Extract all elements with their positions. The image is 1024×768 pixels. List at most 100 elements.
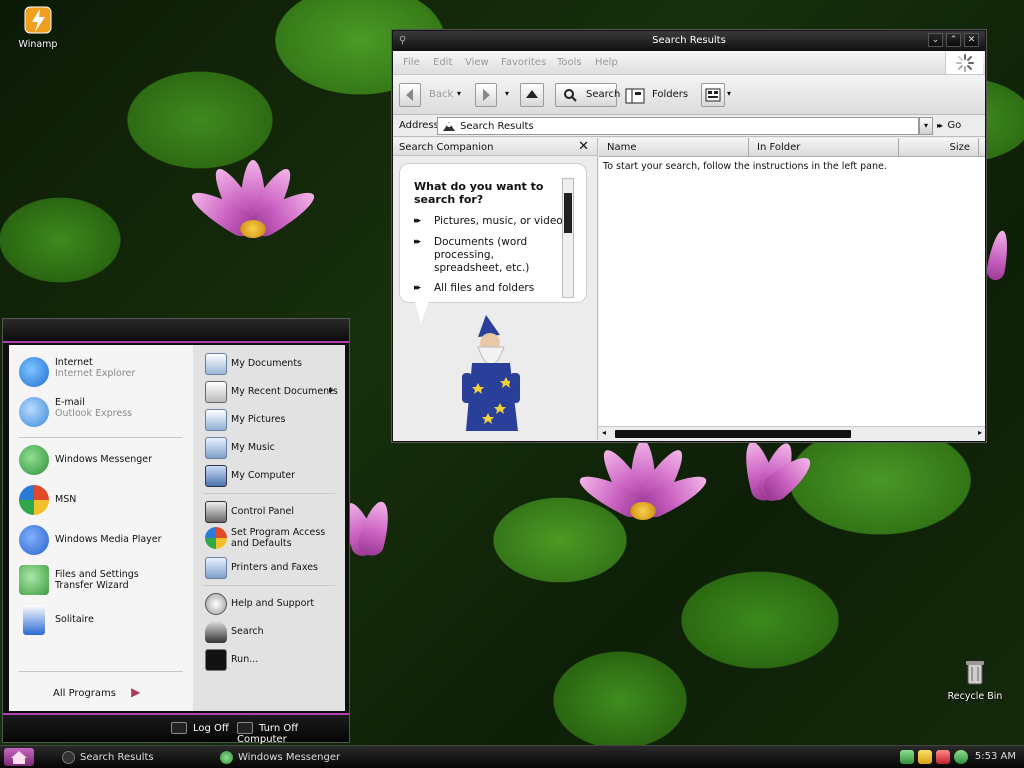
maximize-button[interactable]: ⌃ xyxy=(946,33,961,47)
companion-close-button[interactable]: ✕ xyxy=(578,139,589,154)
address-dropdown[interactable]: ▾ xyxy=(919,117,933,135)
address-bar: Address Search Results ▾ ▸▸ Go xyxy=(393,115,985,137)
start-place-my-music[interactable]: My Music xyxy=(201,437,341,459)
back-dropdown-icon[interactable]: ▾ xyxy=(457,89,461,98)
taskbar-item-label: Windows Messenger xyxy=(238,752,341,763)
option-label: Pictures, music, or video xyxy=(434,215,563,227)
search-results-window: ⚲ Search Results ⌄ ⌃ ✕ File Edit View Fa… xyxy=(392,30,986,442)
taskbar-item-search-results[interactable]: Search Results xyxy=(60,749,210,766)
start-item-solitaire[interactable]: Solitaire xyxy=(13,605,189,635)
start-place-printers[interactable]: Printers and Faxes xyxy=(201,557,341,579)
media-player-icon xyxy=(19,525,49,555)
taskbar-item-label: Search Results xyxy=(80,752,154,763)
my-computer-icon xyxy=(205,465,227,487)
submenu-arrow-icon: ▸ xyxy=(329,385,335,396)
window-titlebar[interactable]: ⚲ Search Results ⌄ ⌃ ✕ xyxy=(393,31,985,51)
network-icon[interactable] xyxy=(900,750,914,764)
my-documents-icon xyxy=(205,353,227,375)
results-horizontal-scrollbar[interactable]: ◂ ▸ xyxy=(599,426,985,440)
transfer-wizard-icon xyxy=(19,565,49,595)
start-place-program-access[interactable]: Set Program Access and Defaults xyxy=(201,527,341,553)
address-field[interactable]: Search Results xyxy=(437,117,919,135)
start-item-messenger[interactable]: Windows Messenger xyxy=(13,445,189,475)
option-label: Documents (word processing, spreadsheet,… xyxy=(434,236,530,274)
forward-dropdown-icon[interactable]: ▾ xyxy=(505,89,509,98)
start-item-email[interactable]: E-mail Outlook Express xyxy=(13,397,189,429)
msn-icon xyxy=(19,485,49,515)
start-place-label: My Computer xyxy=(231,470,296,481)
turn-off-button[interactable]: Turn Off Computer xyxy=(237,722,349,745)
start-place-control-panel[interactable]: Control Panel xyxy=(201,501,341,523)
messenger-icon[interactable] xyxy=(954,750,968,764)
option-documents[interactable]: ▸▸ Documents (word processing, spreadshe… xyxy=(414,236,564,275)
option-pictures[interactable]: ▸▸ Pictures, music, or video xyxy=(414,215,564,228)
my-pictures-icon xyxy=(205,409,227,431)
bubble-scrollbar[interactable] xyxy=(562,178,574,298)
log-off-icon xyxy=(171,722,187,734)
menu-view[interactable]: View xyxy=(465,57,489,68)
system-tray: 5:53 AM xyxy=(894,746,1024,768)
taskbar-item-messenger[interactable]: Windows Messenger xyxy=(218,749,378,766)
forward-button[interactable] xyxy=(475,83,497,107)
start-item-msn[interactable]: MSN xyxy=(13,485,189,515)
start-place-run[interactable]: Run... xyxy=(201,649,341,671)
search-question-bubble: What do you want to search for? ▸▸ Pictu… xyxy=(399,163,587,303)
search-question: What do you want to search for? xyxy=(414,180,544,206)
start-menu-divider xyxy=(19,671,183,672)
address-value: Search Results xyxy=(460,121,534,132)
scroll-left-icon[interactable]: ◂ xyxy=(602,428,606,437)
column-header-in-folder[interactable]: In Folder xyxy=(749,138,899,157)
start-item-transfer-wizard[interactable]: Files and Settings Transfer Wizard xyxy=(13,565,189,595)
views-button[interactable] xyxy=(701,83,725,107)
power-icon xyxy=(237,722,253,734)
start-place-recent-documents[interactable]: My Recent Documents ▸ xyxy=(201,381,341,403)
scroll-right-icon[interactable]: ▸ xyxy=(978,428,982,437)
menu-file[interactable]: File xyxy=(403,57,420,68)
bubble-tail xyxy=(415,301,429,323)
start-place-search[interactable]: Search xyxy=(201,621,341,643)
start-place-my-pictures[interactable]: My Pictures xyxy=(201,409,341,431)
views-dropdown-icon[interactable]: ▾ xyxy=(727,89,731,98)
column-header-size[interactable]: Size xyxy=(899,138,979,157)
scrollbar-thumb[interactable] xyxy=(615,430,851,438)
alert-shield-icon[interactable] xyxy=(936,750,950,764)
merlin-wizard-character[interactable] xyxy=(458,313,538,438)
minimize-button[interactable]: ⌄ xyxy=(928,33,943,47)
column-header-name[interactable]: Name xyxy=(599,138,749,157)
log-off-button[interactable]: Log Off xyxy=(171,722,229,734)
search-companion-pane: Search Companion ✕ What do you want to s… xyxy=(393,138,598,440)
companion-title: Search Companion xyxy=(399,142,494,153)
menu-edit[interactable]: Edit xyxy=(433,57,452,68)
menu-help[interactable]: Help xyxy=(595,57,618,68)
back-label[interactable]: Back xyxy=(429,89,453,100)
close-button[interactable]: ✕ xyxy=(964,33,979,47)
run-icon xyxy=(205,649,227,671)
start-place-help[interactable]: Help and Support xyxy=(201,593,341,615)
search-icon xyxy=(564,89,577,102)
start-place-label: My Documents xyxy=(231,358,303,369)
scrollbar-thumb[interactable] xyxy=(564,193,572,233)
desktop-icon-winamp[interactable]: Winamp xyxy=(6,4,70,50)
go-label: Go xyxy=(947,120,962,131)
option-all-files[interactable]: ▸▸ All files and folders xyxy=(414,282,564,295)
start-item-internet[interactable]: Internet Internet Explorer xyxy=(13,357,189,389)
all-programs-button[interactable]: All Programs ▶ xyxy=(53,685,140,699)
menu-tools[interactable]: Tools xyxy=(557,57,582,68)
go-button[interactable]: ▸▸ Go xyxy=(937,120,961,131)
folders-icon[interactable] xyxy=(625,88,645,107)
start-button[interactable] xyxy=(4,748,34,766)
my-music-icon xyxy=(205,437,227,459)
start-menu-divider xyxy=(203,493,335,494)
start-item-media-player[interactable]: Windows Media Player xyxy=(13,525,189,555)
start-place-my-computer[interactable]: My Computer xyxy=(201,465,341,487)
security-shield-icon[interactable] xyxy=(918,750,932,764)
start-place-my-documents[interactable]: My Documents xyxy=(201,353,341,375)
messenger-icon xyxy=(19,445,49,475)
start-place-label: Printers and Faxes xyxy=(231,562,319,573)
up-button[interactable] xyxy=(520,83,544,107)
menu-favorites[interactable]: Favorites xyxy=(501,57,546,68)
search-button[interactable]: Search xyxy=(555,83,620,107)
back-button[interactable] xyxy=(399,83,421,107)
desktop-icon-recycle-bin[interactable]: Recycle Bin xyxy=(943,656,1007,702)
folders-label[interactable]: Folders xyxy=(652,89,688,100)
